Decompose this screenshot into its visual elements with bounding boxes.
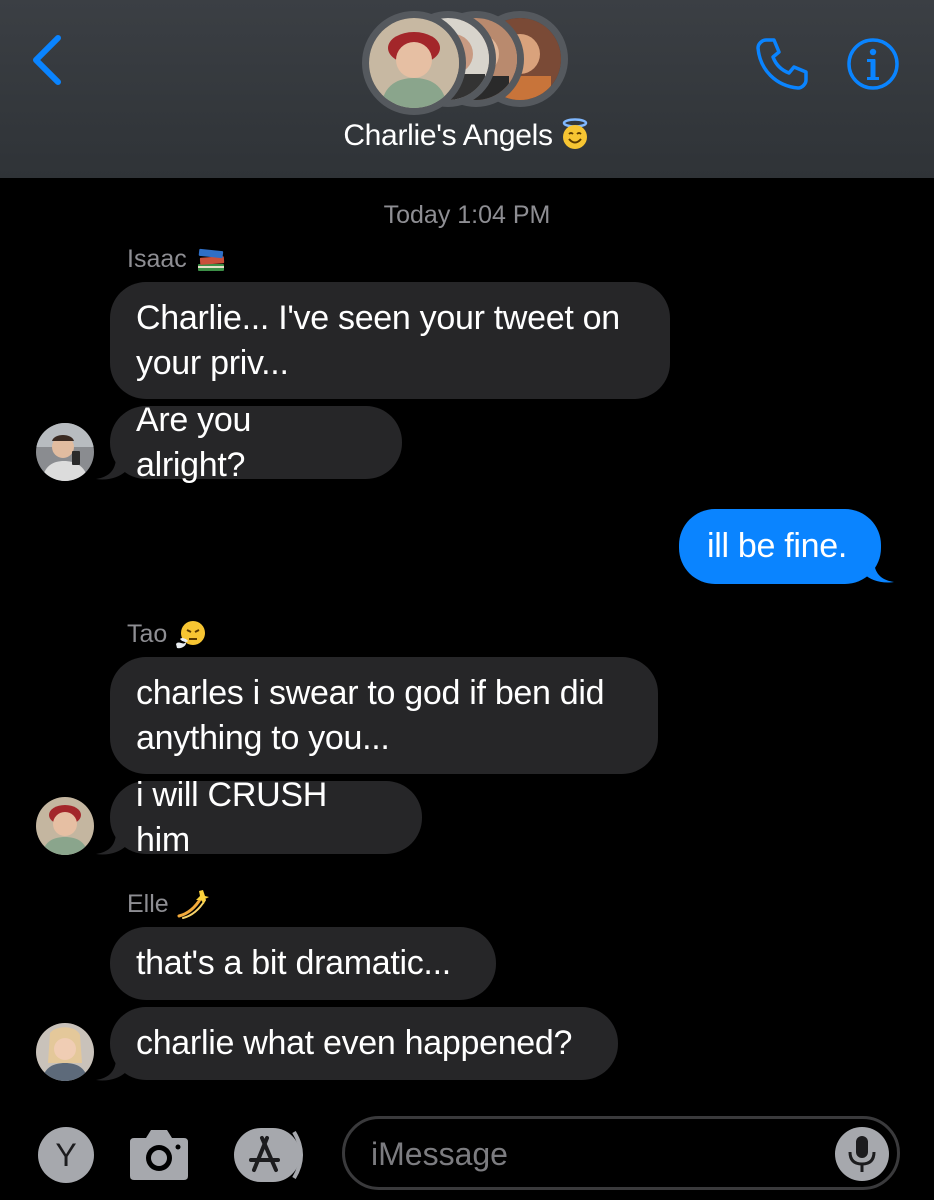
message-text: charles i swear to god if ben did anythi… [136, 673, 605, 757]
message-bubble-incoming[interactable]: charlie what even happened? [110, 1007, 618, 1080]
message-text: ill be fine. [707, 527, 848, 565]
sender-name-text: Elle [127, 889, 169, 918]
message-bubble-incoming[interactable]: i will CRUSH him [110, 776, 422, 859]
app-store-button[interactable] [232, 1126, 312, 1184]
info-button[interactable] [846, 37, 900, 91]
group-name-text: Charlie's Angels [343, 119, 553, 152]
sender-avatar[interactable] [36, 423, 94, 481]
face-with-steam-icon [176, 621, 206, 649]
app-store-icon [234, 1128, 303, 1182]
sender-avatar[interactable] [36, 797, 94, 855]
message-text: charlie what even happened? [136, 1024, 573, 1062]
message-bubble-incoming[interactable]: Are you alright? [110, 401, 402, 484]
chevron-left-icon [33, 35, 61, 85]
group-member-avatar [362, 11, 466, 115]
message-text: Are you alright? [136, 400, 252, 484]
memoji-button[interactable]: Y [38, 1127, 94, 1183]
conversation-timestamp: Today 1:04 PM [383, 201, 551, 229]
message-input[interactable] [371, 1129, 811, 1179]
sender-name-text: Tao [127, 619, 168, 648]
message-bubble-outgoing[interactable]: ill be fine. [679, 509, 881, 584]
group-avatar-stack[interactable] [362, 3, 572, 115]
group-name[interactable]: Charlie's Angels [0, 118, 934, 153]
bubble-tail [864, 560, 894, 583]
message-text: i will CRUSH him [136, 775, 327, 859]
message-bubble-incoming[interactable]: charles i swear to god if ben did anythi… [110, 657, 658, 774]
phone-icon [756, 38, 808, 90]
conversation-header: Charlie's Angels [0, 0, 934, 178]
message-bubble-incoming[interactable]: that's a bit dramatic... [110, 927, 496, 1000]
message-input-field[interactable] [342, 1116, 900, 1190]
bubble-tail [96, 457, 126, 480]
sender-avatar[interactable] [36, 1023, 94, 1081]
smiling-face-with-halo-icon [562, 118, 587, 149]
message-text: that's a bit dramatic... [136, 944, 451, 982]
bubble-tail [96, 1058, 126, 1081]
sender-name: Tao [127, 618, 207, 650]
bubble-tail [96, 832, 126, 855]
books-icon [197, 248, 224, 271]
sender-name-text: Isaac [127, 244, 187, 273]
info-icon [847, 38, 899, 90]
sender-name: Isaac [127, 243, 227, 275]
camera-button[interactable] [126, 1126, 192, 1184]
camera-icon [130, 1130, 188, 1180]
messages-screen: Charlie's Angels Today 1:04 PM Isaac Cha… [0, 0, 934, 1200]
microphone-icon [848, 1136, 876, 1172]
phone-call-button[interactable] [752, 34, 812, 94]
message-bubble-incoming[interactable]: Charlie... I've seen your tweet on your … [110, 282, 670, 399]
message-text: Charlie... I've seen your tweet on your … [136, 298, 620, 382]
memoji-initial: Y [55, 1136, 77, 1173]
sender-name: Elle [127, 888, 209, 920]
dizzy-icon [177, 890, 209, 919]
back-button[interactable] [24, 28, 74, 92]
dictation-button[interactable] [835, 1127, 889, 1181]
